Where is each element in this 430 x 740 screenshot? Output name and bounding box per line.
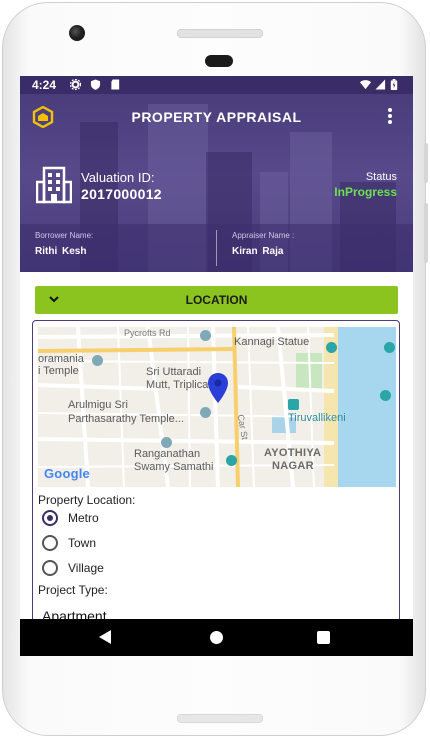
location-card: Pycrofts Rd Kannagi Statue oramania i Te… [32,320,400,656]
borrower-name-label: Borrower Name: [35,231,94,240]
radio-button[interactable] [42,560,58,576]
map-place-label: Sri Uttaradi [146,366,202,378]
map-place-label: Parthasarathy Temple... [68,413,184,425]
map-place-label: Arulmigu Sri [68,399,128,411]
divider [216,230,217,266]
map-pin-icon [208,373,228,403]
map-place-label: oramania [38,353,84,365]
valuation-id-value: 2017000012 [81,186,162,202]
radio-option-label: Village [68,561,104,575]
back-icon[interactable] [99,630,111,644]
settings-icon [70,79,81,90]
camera-icon [69,25,85,41]
signal-icon [375,79,386,90]
borrower-name-value: Rithi Kesh [35,246,87,257]
building-icon [36,166,72,204]
map-poi-icon [200,330,211,341]
status-bar: 4:24 [20,76,413,94]
shield-icon [90,79,101,90]
map-place-label: Kannagi Statue [234,336,310,348]
location-map[interactable]: Pycrofts Rd Kannagi Statue oramania i Te… [38,327,396,487]
status-badge: InProgress [334,185,397,199]
power-button[interactable] [424,203,428,263]
map-place-label: Ranganathan [134,448,201,460]
volume-button[interactable] [424,143,428,183]
appraiser-name-label: Appraiser Name : [232,231,295,240]
map-poi-icon [226,455,237,466]
proximity-sensor [205,55,233,67]
project-type-label: Project Type: [38,583,108,597]
radio-option-label: Town [68,536,97,550]
radio-button[interactable] [42,535,58,551]
map-place-label: i Temple [38,365,79,377]
overflow-menu-icon[interactable] [387,108,393,128]
map-poi-icon [288,399,299,410]
appraiser-name-value: Kiran Raja [232,246,284,257]
map-poi-icon [200,407,211,418]
valuation-id-label: Valuation ID: [81,170,155,185]
map-road-label: Pycrofts Rd [124,328,171,338]
map-area-label: NAGAR [272,460,314,472]
map-poi-icon [161,437,172,448]
app-screen: 4:24 PROPERTY APPRAISAL Valuation ID: 20… [20,76,413,656]
system-nav-bar [20,619,413,656]
recent-apps-icon[interactable] [317,631,330,644]
bottom-speaker [177,714,263,723]
map-place-label: Tiruvallikeni [288,412,346,424]
google-logo: Google [44,466,90,481]
status-label: Status [365,171,397,183]
radio-button[interactable] [42,510,58,526]
map-poi-icon [326,342,337,353]
map-poi-icon [380,390,391,401]
location-section-toggle[interactable]: LOCATION [35,286,398,314]
battery-icon [390,79,398,90]
map-poi-icon [92,355,103,366]
page-title: PROPERTY APPRAISAL [131,109,302,125]
sd-card-icon [111,79,120,90]
property-location-label: Property Location: [38,493,136,507]
map-area-label: AYOTHIYA [264,447,322,459]
appraisal-header: PROPERTY APPRAISAL Valuation ID: 2017000… [20,94,413,272]
radio-option-label: Metro [68,511,99,525]
home-icon[interactable] [210,631,223,644]
map-poi-icon [384,342,395,353]
earpiece-speaker [177,29,263,38]
wifi-icon [360,80,371,90]
status-time: 4:24 [32,78,57,92]
location-section-title: LOCATION [185,293,248,307]
map-place-label: Swamy Samathi [134,461,214,473]
